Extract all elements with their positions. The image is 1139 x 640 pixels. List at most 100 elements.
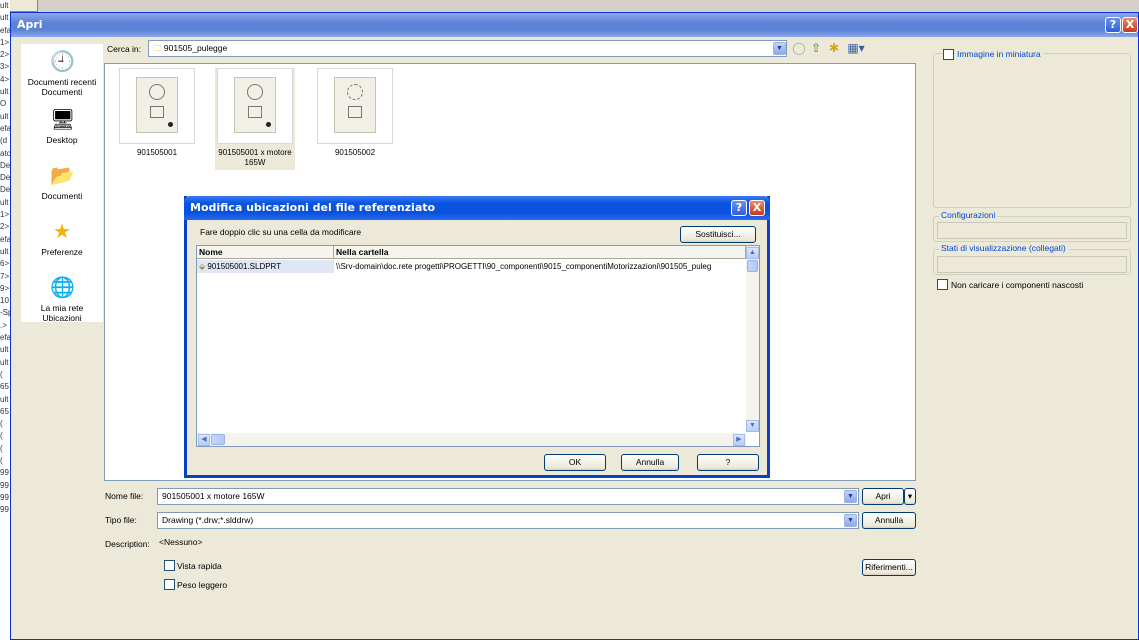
file-item[interactable]: 901505002 bbox=[315, 68, 395, 158]
background-text-line: 3> bbox=[0, 62, 10, 72]
display-states-label: Stati di visualizzazione (collegati) bbox=[939, 243, 1068, 253]
place-label: La mia rete Ubicazioni bbox=[40, 303, 84, 323]
file-item[interactable]: 901505001 bbox=[117, 68, 197, 158]
filetype-label: Tipo file: bbox=[105, 515, 137, 525]
file-item-selected[interactable]: 901505001 x motore 165W bbox=[215, 68, 295, 170]
edit-references-titlebar: Modifica ubicazioni del file referenziat… bbox=[184, 196, 770, 220]
background-text-line: Def bbox=[0, 160, 10, 170]
file-name: 901505001 bbox=[136, 148, 178, 157]
view-menu-icon[interactable]: ▦▾ bbox=[846, 41, 866, 55]
place-my-documents[interactable]: 📂 Documenti bbox=[21, 164, 103, 201]
open-options-arrow[interactable]: ▾ bbox=[904, 488, 916, 505]
no-hidden-components-label: Non caricare i componenti nascosti bbox=[951, 280, 1084, 290]
background-text-line: -Sp bbox=[0, 308, 10, 318]
quick-view-label: Vista rapida bbox=[177, 561, 222, 571]
references-grid: Nome Nella cartella ⬙ 901505001.SLDPRT \… bbox=[196, 245, 760, 447]
background-text-line: O bbox=[0, 99, 7, 109]
back-icon[interactable]: ◯ bbox=[792, 41, 806, 55]
horizontal-scrollbar[interactable] bbox=[197, 433, 746, 446]
scroll-up-button[interactable]: ▲ bbox=[746, 247, 759, 259]
vertical-scrollbar[interactable] bbox=[746, 246, 759, 432]
filename-label: Nome file: bbox=[105, 491, 144, 501]
open-button[interactable]: Apri bbox=[862, 488, 904, 505]
ok-button[interactable]: OK bbox=[544, 454, 606, 471]
background-text-line: ato bbox=[0, 148, 10, 158]
configurations-label: Configurazioni bbox=[939, 210, 998, 220]
filetype-select[interactable]: Drawing (*.drw;*.slddrw) bbox=[157, 512, 859, 529]
background-text-line: ult bbox=[0, 13, 9, 23]
background-text-line: ult bbox=[0, 197, 9, 207]
background-text-line: 1> bbox=[0, 37, 10, 47]
scroll-left-button[interactable]: ◀ bbox=[198, 434, 210, 446]
background-text-line: ult bbox=[0, 345, 9, 355]
background-text-line: ( bbox=[0, 455, 3, 465]
cell-file-name[interactable]: ⬙ 901505001.SLDPRT bbox=[197, 260, 334, 273]
modal-cancel-button[interactable]: Annulla bbox=[621, 454, 679, 471]
background-text-line: 2> bbox=[0, 50, 10, 60]
background-text-line: 99 bbox=[0, 505, 9, 515]
references-button[interactable]: Riferimenti... bbox=[862, 559, 916, 576]
replace-button[interactable]: Sostituisci... bbox=[680, 226, 756, 243]
horizontal-scroll-thumb[interactable] bbox=[211, 434, 225, 445]
place-favorites[interactable]: ★ Preferenze bbox=[21, 220, 103, 257]
instruction-text: Fare doppio clic su una cella da modific… bbox=[200, 227, 362, 237]
background-text-line: efa bbox=[0, 333, 10, 343]
background-app-bar bbox=[0, 0, 1139, 12]
recent-documents-icon: 🕘 bbox=[50, 51, 75, 73]
places-bar: 🕘 Documenti recenti Documenti 🖥 Desktop … bbox=[21, 44, 103, 323]
background-text-line: ( bbox=[0, 431, 3, 441]
help-button[interactable]: ? bbox=[1105, 17, 1121, 33]
place-desktop[interactable]: 🖥 Desktop bbox=[21, 108, 103, 145]
background-text-line: ult bbox=[0, 246, 9, 256]
thumbnail-checkbox[interactable] bbox=[943, 49, 954, 60]
quick-view-checkbox[interactable] bbox=[164, 560, 175, 571]
background-text-line: 99 bbox=[0, 480, 9, 490]
modal-close-button[interactable]: X bbox=[749, 200, 765, 216]
vertical-scroll-thumb[interactable] bbox=[747, 260, 758, 272]
background-text-line: ( bbox=[0, 369, 3, 379]
place-label: Preferenze bbox=[41, 247, 83, 257]
place-label: Desktop bbox=[46, 135, 78, 145]
edit-references-dialog: Modifica ubicazioni del file referenziat… bbox=[184, 196, 770, 478]
look-in-label: Cerca in: bbox=[107, 44, 142, 54]
background-text-line: ult bbox=[0, 357, 9, 367]
column-header-name[interactable]: Nome bbox=[197, 246, 334, 259]
background-text-line: ult bbox=[0, 111, 9, 121]
lightweight-checkbox[interactable] bbox=[164, 579, 175, 590]
filename-dropdown-arrow[interactable]: ▼ bbox=[844, 490, 857, 503]
no-hidden-components-checkbox[interactable] bbox=[937, 279, 948, 290]
new-folder-icon[interactable]: ✱ bbox=[827, 41, 841, 55]
cancel-button[interactable]: Annulla bbox=[862, 512, 916, 529]
background-text-line: 9> bbox=[0, 283, 10, 293]
background-text-line: 6> bbox=[0, 259, 10, 269]
favorites-star-icon: ★ bbox=[53, 221, 71, 243]
background-text-line: 7> bbox=[0, 271, 10, 281]
background-text-line: ( bbox=[0, 443, 3, 453]
scroll-right-button[interactable]: ▶ bbox=[733, 434, 745, 446]
background-text-line: ult bbox=[0, 87, 9, 97]
up-folder-icon[interactable]: ⇧ bbox=[809, 41, 823, 55]
column-header-folder[interactable]: Nella cartella bbox=[334, 246, 746, 259]
filetype-dropdown-arrow[interactable]: ▼ bbox=[844, 514, 857, 527]
scroll-down-button[interactable]: ▼ bbox=[746, 420, 759, 432]
place-network[interactable]: 🌐 La mia rete Ubicazioni bbox=[21, 276, 103, 323]
background-text-line: 65 bbox=[0, 382, 9, 392]
look-in-dropdown-arrow[interactable]: ▼ bbox=[773, 42, 786, 55]
filename-input[interactable]: 901505001 x motore 165W bbox=[157, 488, 859, 505]
background-text-line: 99 bbox=[0, 492, 9, 502]
background-text-line: efa bbox=[0, 234, 10, 244]
display-states-select bbox=[937, 256, 1127, 273]
background-text-line: ult bbox=[0, 1, 9, 10]
cell-folder-path[interactable]: \\Srv-domain\doc.rete progetti\PROGETTI\… bbox=[334, 260, 746, 273]
open-dialog-titlebar: Apri bbox=[11, 13, 1138, 37]
close-button[interactable]: X bbox=[1122, 17, 1138, 33]
look-in-value: 901505_pulegge bbox=[163, 43, 228, 53]
look-in-combo[interactable]: 🗀 901505_pulegge bbox=[148, 40, 787, 57]
network-places-icon: 🌐 bbox=[50, 277, 75, 299]
folder-icon: 🗀 bbox=[153, 43, 162, 53]
background-text-line: ( bbox=[0, 419, 3, 429]
place-recent-documents[interactable]: 🕘 Documenti recenti Documenti bbox=[21, 50, 103, 97]
background-text-line: (d bbox=[0, 136, 8, 146]
modal-help-button[interactable]: ? bbox=[731, 200, 747, 216]
modal-help-text-button[interactable]: ? bbox=[697, 454, 759, 471]
